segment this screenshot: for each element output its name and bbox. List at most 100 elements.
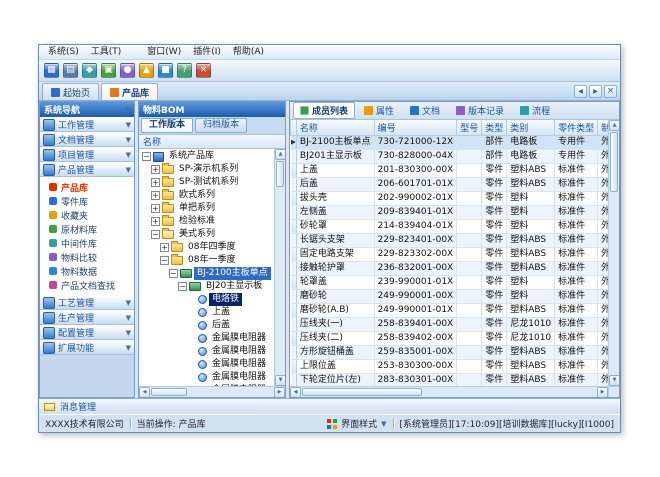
table-row[interactable]: 长锯头支架229-823401-00X零件塑料ABS标准件外协个 [291, 233, 609, 247]
menu-item-system[interactable]: 系统(S) [42, 45, 85, 59]
table-row[interactable]: BJ201主显示板730-828000-04X部件电路板专用件外协颗 [291, 149, 609, 163]
collapse-icon[interactable] [160, 256, 169, 265]
sidebar-item-raw-material-library[interactable]: 原材料库 [40, 222, 134, 236]
tab-member-list[interactable]: 成员列表 [293, 102, 355, 119]
sidebar-group-configuration-management[interactable]: 配置管理 [40, 325, 134, 340]
tab-working-version[interactable]: 工作版本 [141, 118, 193, 133]
scroll-down-icon[interactable] [609, 375, 620, 386]
table-row[interactable]: 拔头壳202-990002-01X零件塑料标准件外协个 [291, 191, 609, 205]
menu-item-help[interactable]: 帮助(A) [227, 45, 270, 59]
tab-start-page[interactable]: 起始页 [42, 83, 99, 100]
sidebar-item-favorites[interactable]: 收藏夹 [40, 208, 134, 222]
menu-item-plugins[interactable]: 插件(I) [187, 45, 227, 59]
collapse-icon[interactable] [142, 152, 151, 161]
collapse-icon[interactable] [151, 230, 160, 239]
column-header[interactable]: 编号 [374, 120, 457, 135]
sidebar-item-part-library[interactable]: 零件库 [40, 194, 134, 208]
tree-horizontal-scrollbar[interactable] [139, 386, 285, 397]
scrollbar-thumb[interactable] [151, 388, 187, 396]
grid-horizontal-scrollbar[interactable] [290, 386, 608, 397]
grid-vertical-scrollbar[interactable] [608, 120, 619, 386]
scroll-down-icon[interactable] [275, 375, 286, 386]
tree-node[interactable]: 美式系列 [139, 228, 274, 241]
settings-icon[interactable]: ▲ [139, 63, 154, 78]
scrollbar-thumb[interactable] [302, 388, 422, 396]
sidebar-item-material-data[interactable]: 物料数据 [40, 264, 134, 278]
table-row[interactable]: 接触轮护罩236-832001-00X零件塑料ABS标准件外协个 [291, 261, 609, 275]
collapse-icon[interactable] [178, 282, 187, 291]
tree-node[interactable]: SP-测试机系列 [139, 176, 274, 189]
expand-icon[interactable] [151, 191, 160, 200]
sidebar-group-work-management[interactable]: 工作管理 [40, 117, 134, 132]
tree-node[interactable]: 08年四季度 [139, 241, 274, 254]
scroll-left-icon[interactable] [139, 387, 150, 398]
table-row[interactable]: 上限位盖253-830300-00X零件塑料ABS标准件外协个 [291, 359, 609, 373]
sidebar-group-project-management[interactable]: 项目管理 [40, 147, 134, 162]
sidebar-item-material-compare[interactable]: 物料比较 [40, 250, 134, 264]
sidebar-group-document-management[interactable]: 文档管理 [40, 132, 134, 147]
tree-node[interactable]: SP-演示机系列 [139, 163, 274, 176]
tab-documents[interactable]: 文档 [403, 102, 447, 119]
column-header[interactable]: 制造方式 [598, 120, 608, 135]
chevron-down-icon[interactable] [125, 106, 130, 114]
project-icon[interactable]: ◆ [82, 63, 97, 78]
tab-properties[interactable]: 属性 [357, 102, 401, 119]
column-header[interactable]: 零件类型 [555, 120, 598, 135]
tree-node[interactable]: 上盖 [139, 306, 274, 319]
help-icon[interactable]: ? [177, 63, 192, 78]
material-icon[interactable]: ● [120, 63, 135, 78]
table-row[interactable]: 磨砂轮249-990001-00X零件塑料标准件外协个 [291, 289, 609, 303]
scroll-left-icon[interactable] [290, 387, 301, 398]
tree-vertical-scrollbar[interactable] [274, 149, 285, 386]
tab-workflow[interactable]: 流程 [513, 102, 557, 119]
table-row[interactable]: 压线夹(二)258-839402-00X零件尼龙1010标准件外协个 [291, 331, 609, 345]
ui-style-selector[interactable]: 界面样式 [327, 417, 386, 430]
table-row[interactable]: 上盖201-830300-00X零件塑料ABS标准件外协个 [291, 163, 609, 177]
table-row[interactable]: 方形旋钮桶盖259-835001-00X零件塑料ABS标准件外协个 [291, 345, 609, 359]
tree-column-header[interactable]: 名称 [139, 135, 285, 149]
exit-icon[interactable]: × [196, 63, 211, 78]
tree-node[interactable]: 电烙铁 [139, 293, 274, 306]
expand-icon[interactable] [160, 243, 169, 252]
tree-node[interactable]: 系统产品库 [139, 150, 274, 163]
expand-icon[interactable] [151, 204, 160, 213]
menu-item-window[interactable]: 窗口(W) [141, 45, 187, 59]
calculator-icon[interactable]: ■ [158, 63, 173, 78]
sidebar-item-product-library[interactable]: 产品库 [40, 180, 134, 194]
tree-node[interactable]: 金属膜电阻器 [139, 358, 274, 371]
table-row[interactable]: 砂轮罩214-839404-01X零件塑料标准件外协个 [291, 219, 609, 233]
tree-node[interactable]: 欧式系列 [139, 189, 274, 202]
tree-node[interactable]: 金属膜电阻器 [139, 332, 274, 345]
table-row[interactable]: 压线夹(一)258-839401-00X零件尼龙1010标准件外协个 [291, 317, 609, 331]
scroll-up-icon[interactable] [609, 120, 620, 131]
sidebar-group-production-management[interactable]: 生产管理 [40, 310, 134, 325]
tab-version-history[interactable]: 版本记录 [449, 102, 511, 119]
scrollbar-thumb[interactable] [610, 132, 618, 192]
table-row[interactable]: 轮罩盖239-990001-01X零件塑料标准件外协个 [291, 275, 609, 289]
collapse-icon[interactable] [169, 269, 178, 278]
sidebar-item-intermediate-library[interactable]: 中间件库 [40, 236, 134, 250]
tree-node[interactable]: 单把系列 [139, 202, 274, 215]
expand-icon[interactable] [151, 165, 160, 174]
table-row[interactable]: 后盖206-601701-01X零件塑料ABS标准件外协个 [291, 177, 609, 191]
row-selector[interactable] [291, 135, 297, 149]
tree-node[interactable]: 后盖 [139, 319, 274, 332]
column-header[interactable]: 型号 [457, 120, 482, 135]
tree-node[interactable]: 检验标准 [139, 215, 274, 228]
sidebar-group-process-management[interactable]: 工艺管理 [40, 295, 134, 310]
tree-node[interactable]: 金属膜电阻器 [139, 345, 274, 358]
scroll-up-icon[interactable] [275, 149, 286, 160]
scrollbar-thumb[interactable] [276, 161, 284, 187]
column-header[interactable]: 类型 [482, 120, 507, 135]
message-panel-bar[interactable]: 消息管理 [39, 398, 620, 414]
table-row[interactable]: 下轮定位片(左)283-830301-00X零件塑料ABS标准件外协个 [291, 373, 609, 386]
table-row[interactable]: 磨砂轮(A.B)249-990001-01X零件塑料ABS标准件外协个 [291, 303, 609, 317]
mail-icon[interactable]: ▣ [101, 63, 116, 78]
product-icon[interactable]: ▦ [44, 63, 59, 78]
tab-archived-version[interactable]: 归档版本 [195, 118, 247, 133]
tab-product-library[interactable]: 产品库 [101, 83, 158, 100]
tab-scroll-right-icon[interactable] [589, 85, 602, 98]
expand-icon[interactable] [151, 217, 160, 226]
column-header[interactable]: 类别 [507, 120, 555, 135]
tree-node[interactable]: 08年一季度 [139, 254, 274, 267]
